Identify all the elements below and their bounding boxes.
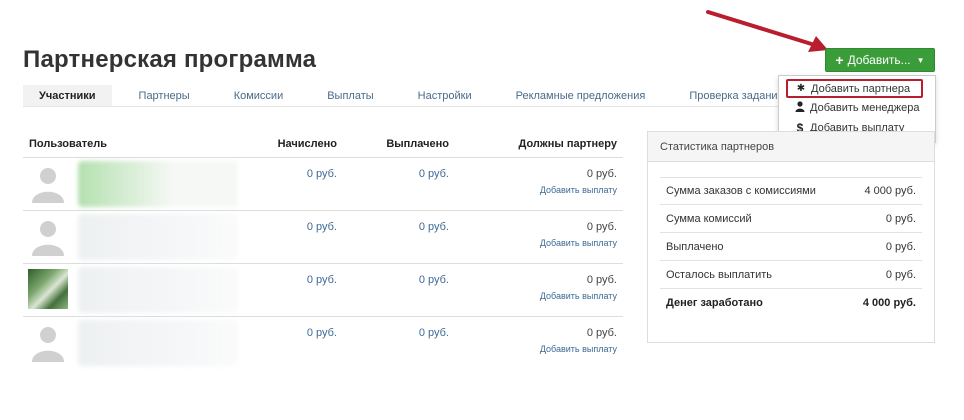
header-accrued[interactable]: Начислено: [243, 138, 337, 150]
stats-body: Сумма заказов с комиссиями 4 000 руб. Су…: [648, 162, 934, 317]
avatar-placeholder-icon[interactable]: [28, 216, 68, 256]
plus-icon: +: [835, 52, 844, 68]
annotation-arrow: [706, 10, 828, 52]
asterisk-icon: ✱: [796, 83, 806, 94]
table-row: 0 руб. 0 руб. 0 руб. Добавить выплату: [23, 211, 623, 264]
stats-value: 4 000 руб.: [862, 297, 916, 309]
header-paid[interactable]: Выплачено: [337, 138, 449, 150]
accrued-value[interactable]: 0 руб.: [243, 317, 337, 370]
blurred-user-name: [78, 320, 238, 366]
user-icon: [795, 101, 805, 115]
header-user[interactable]: Пользователь: [23, 138, 243, 150]
tab-task-review[interactable]: Проверка заданий: [667, 85, 783, 106]
paid-value[interactable]: 0 руб.: [337, 264, 449, 316]
header-owed[interactable]: Должны партнеру: [449, 138, 617, 150]
stats-label: Сумма заказов с комиссиями: [666, 185, 816, 197]
stats-label: Выплачено: [666, 240, 724, 253]
stats-label: Денег заработано: [666, 297, 763, 309]
table-row: 0 руб. 0 руб. 0 руб. Добавить выплату: [23, 317, 623, 370]
stats-value: 4 000 руб.: [864, 185, 916, 197]
blurred-user-name: [78, 214, 238, 260]
stats-label: Сумма комиссий: [666, 212, 752, 225]
add-payout-link[interactable]: Добавить выплату: [449, 185, 617, 195]
accrued-value[interactable]: 0 руб.: [243, 158, 337, 210]
table-row: 0 руб. 0 руб. 0 руб. Добавить выплату: [23, 158, 623, 211]
table-header: Пользователь Начислено Выплачено Должны …: [23, 130, 623, 158]
tab-commissions[interactable]: Комиссии: [212, 85, 306, 106]
stats-row: Сумма комиссий 0 руб.: [660, 205, 922, 233]
add-payout-link[interactable]: Добавить выплату: [449, 291, 617, 301]
stats-row: Сумма заказов с комиссиями 4 000 руб.: [660, 177, 922, 205]
stats-row-total: Денег заработано 4 000 руб.: [660, 289, 922, 317]
stats-label: Осталось выплатить: [666, 268, 772, 281]
owed-value: 0 руб.: [586, 274, 617, 286]
menu-item-label: Добавить партнера: [811, 82, 911, 95]
table-row: 0 руб. 0 руб. 0 руб. Добавить выплату: [23, 264, 623, 317]
paid-value[interactable]: 0 руб.: [337, 317, 449, 370]
owed-cell: 0 руб. Добавить выплату: [449, 211, 617, 263]
owed-value: 0 руб.: [586, 168, 617, 180]
stats-value: 0 руб.: [885, 240, 916, 253]
menu-item-label: Добавить менеджера: [810, 102, 920, 114]
tab-settings[interactable]: Настройки: [396, 85, 494, 106]
tab-partners[interactable]: Партнеры: [112, 85, 212, 106]
tab-payouts[interactable]: Выплаты: [305, 85, 395, 106]
stats-title: Статистика партнеров: [648, 132, 934, 162]
owed-value: 0 руб.: [586, 327, 617, 339]
blurred-user-name: [78, 161, 238, 207]
menu-item-add-manager[interactable]: Добавить менеджера: [779, 98, 935, 118]
stats-row: Выплачено 0 руб.: [660, 233, 922, 261]
page-title: Партнерская программа: [23, 46, 317, 73]
stats-value: 0 руб.: [885, 212, 916, 225]
add-payout-link[interactable]: Добавить выплату: [449, 344, 617, 354]
blurred-user-name: [78, 267, 238, 313]
owed-value: 0 руб.: [586, 221, 617, 233]
participants-table: Пользователь Начислено Выплачено Должны …: [23, 130, 623, 370]
paid-value[interactable]: 0 руб.: [337, 211, 449, 263]
stats-row: Осталось выплатить 0 руб.: [660, 261, 922, 289]
accrued-value[interactable]: 0 руб.: [243, 211, 337, 263]
owed-cell: 0 руб. Добавить выплату: [449, 264, 617, 316]
avatar-photo[interactable]: [28, 269, 68, 309]
owed-cell: 0 руб. Добавить выплату: [449, 158, 617, 210]
add-button-label: Добавить...: [847, 53, 911, 67]
tab-bar: Участники Партнеры Комиссии Выплаты Наст…: [23, 85, 783, 107]
add-button[interactable]: + Добавить... ▼: [825, 48, 935, 72]
partner-stats-panel: Статистика партнеров Сумма заказов с ком…: [647, 131, 935, 343]
paid-value[interactable]: 0 руб.: [337, 158, 449, 210]
owed-cell: 0 руб. Добавить выплату: [449, 317, 617, 370]
tab-promo-offers[interactable]: Рекламные предложения: [494, 85, 668, 106]
menu-item-add-partner[interactable]: ✱ Добавить партнера: [786, 79, 923, 98]
accrued-value[interactable]: 0 руб.: [243, 264, 337, 316]
tab-participants[interactable]: Участники: [23, 85, 112, 106]
stats-value: 0 руб.: [885, 268, 916, 281]
avatar-placeholder-icon[interactable]: [28, 163, 68, 203]
caret-down-icon: ▼: [916, 55, 925, 65]
add-payout-link[interactable]: Добавить выплату: [449, 238, 617, 248]
avatar-placeholder-icon[interactable]: [28, 322, 68, 362]
